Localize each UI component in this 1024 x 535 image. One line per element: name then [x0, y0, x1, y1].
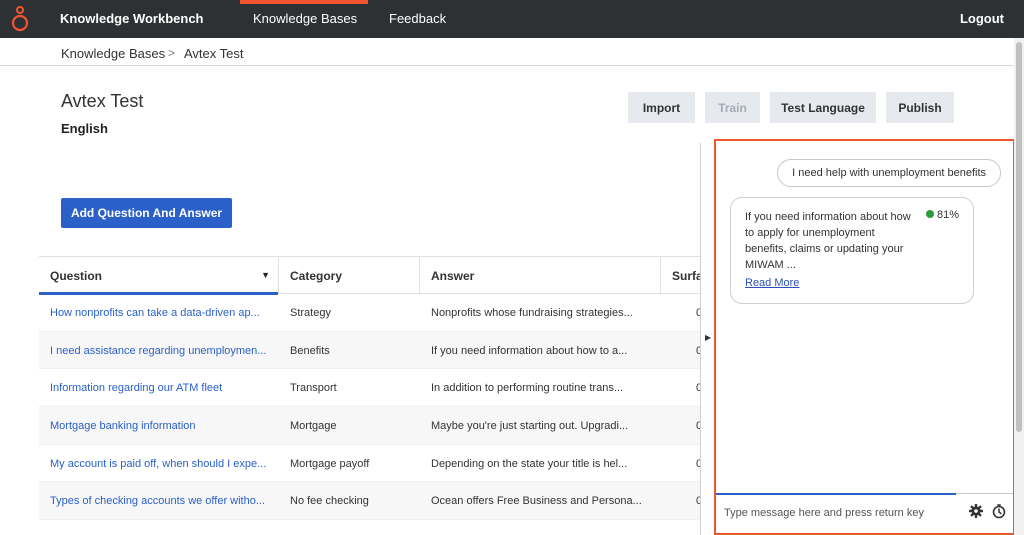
table-row[interactable]: Types of checking accounts we offer with…	[39, 482, 700, 521]
column-header-question[interactable]: Question ▼	[39, 257, 279, 295]
cell-surface: 0	[696, 344, 700, 357]
table-row[interactable]: I need assistance regarding unemploymen.…	[39, 331, 700, 370]
cell-surface: 0	[696, 307, 700, 319]
top-navbar: Knowledge Workbench Knowledge Bases Feed…	[0, 0, 1024, 38]
publish-button[interactable]: Publish	[886, 92, 954, 123]
cell-answer: Depending on the state your title is hel…	[431, 457, 628, 470]
logo-icon	[11, 6, 29, 32]
logout-link[interactable]: Logout	[960, 11, 1004, 26]
table-body: How nonprofits can take a data-driven ap…	[39, 294, 700, 521]
cell-answer: If you need information about how to a..…	[431, 344, 628, 357]
table-row[interactable]: My account is paid off, when should I ex…	[39, 445, 700, 483]
history-icon[interactable]	[991, 503, 1007, 519]
confidence-value: 81%	[936, 209, 959, 221]
breadcrumb-knowledge-bases[interactable]: Knowledge Bases	[61, 46, 165, 61]
cell-category: No fee checking	[290, 495, 369, 508]
chat-input-area	[716, 493, 1013, 533]
column-header-category[interactable]: Category	[279, 257, 420, 294]
language-label: English	[61, 121, 108, 136]
breadcrumb-current: Avtex Test	[184, 46, 244, 61]
cell-question[interactable]: Types of checking accounts we offer with…	[39, 482, 279, 519]
cell-answer: Maybe you're just starting out. Upgradi.…	[431, 420, 629, 433]
bot-message: If you need information about how to app…	[730, 197, 974, 304]
table-row[interactable]: Mortgage banking information Mortgage Ma…	[39, 407, 700, 445]
sort-down-icon[interactable]: ▼	[261, 270, 270, 280]
test-language-button[interactable]: Test Language	[770, 92, 876, 123]
cell-category: Benefits	[290, 344, 330, 357]
cell-surface: 0	[696, 420, 700, 433]
cell-question[interactable]: My account is paid off, when should I ex…	[39, 445, 279, 482]
app-title: Knowledge Workbench	[60, 11, 204, 26]
cell-category: Mortgage	[290, 420, 337, 433]
cell-category: Strategy	[290, 307, 331, 319]
confidence-score: 81%	[925, 209, 959, 221]
tab-feedback[interactable]: Feedback	[389, 11, 446, 26]
breadcrumb-separator: >	[168, 46, 176, 60]
train-button[interactable]: Train	[705, 92, 760, 123]
bot-message-text: If you need information about how to app…	[745, 211, 911, 271]
cell-question[interactable]: Mortgage banking information	[39, 407, 279, 444]
collapse-arrow-icon[interactable]: ▶	[705, 333, 711, 342]
confidence-dot-icon	[925, 210, 934, 218]
gear-icon[interactable]	[968, 503, 984, 519]
import-button[interactable]: Import	[628, 92, 695, 123]
cell-question[interactable]: I need assistance regarding unemploymen.…	[39, 332, 279, 369]
cell-question[interactable]: Information regarding our ATM fleet	[39, 369, 279, 406]
table-row[interactable]: How nonprofits can take a data-driven ap…	[39, 294, 700, 332]
table-header: Question ▼ Category Answer Surfa	[39, 256, 703, 295]
cell-surface: 0	[696, 457, 700, 470]
cell-category: Mortgage payoff	[290, 457, 370, 470]
qa-table: Question ▼ Category Answer Surfa How non…	[39, 256, 703, 521]
cell-answer: Nonprofits whose fundraising strategies.…	[431, 307, 633, 319]
page-scrollbar[interactable]	[1014, 38, 1024, 535]
cell-surface: 0	[696, 495, 700, 508]
cell-answer: Ocean offers Free Business and Persona..…	[431, 495, 642, 508]
column-label: Question	[50, 269, 103, 283]
table-row[interactable]: Information regarding our ATM fleet Tran…	[39, 369, 700, 408]
user-message: I need help with unemployment benefits	[777, 159, 1001, 187]
cell-answer: In addition to performing routine trans.…	[431, 382, 623, 395]
cell-surface: 0	[696, 382, 700, 395]
cell-question[interactable]: How nonprofits can take a data-driven ap…	[39, 294, 279, 331]
scrollbar-thumb[interactable]	[1016, 42, 1022, 432]
chat-panel-handle[interactable]: ▶	[700, 143, 714, 535]
read-more-link[interactable]: Read More	[745, 277, 799, 289]
breadcrumb: Knowledge Bases > Avtex Test	[0, 38, 1014, 66]
add-question-answer-button[interactable]: Add Question And Answer	[61, 198, 232, 228]
tab-knowledge-bases[interactable]: Knowledge Bases	[239, 0, 369, 26]
page-title: Avtex Test	[61, 91, 144, 111]
test-chat-panel: I need help with unemployment benefits I…	[714, 139, 1015, 535]
chat-message-input[interactable]	[724, 507, 954, 519]
column-header-answer[interactable]: Answer	[420, 257, 661, 294]
cell-category: Transport	[290, 382, 337, 395]
